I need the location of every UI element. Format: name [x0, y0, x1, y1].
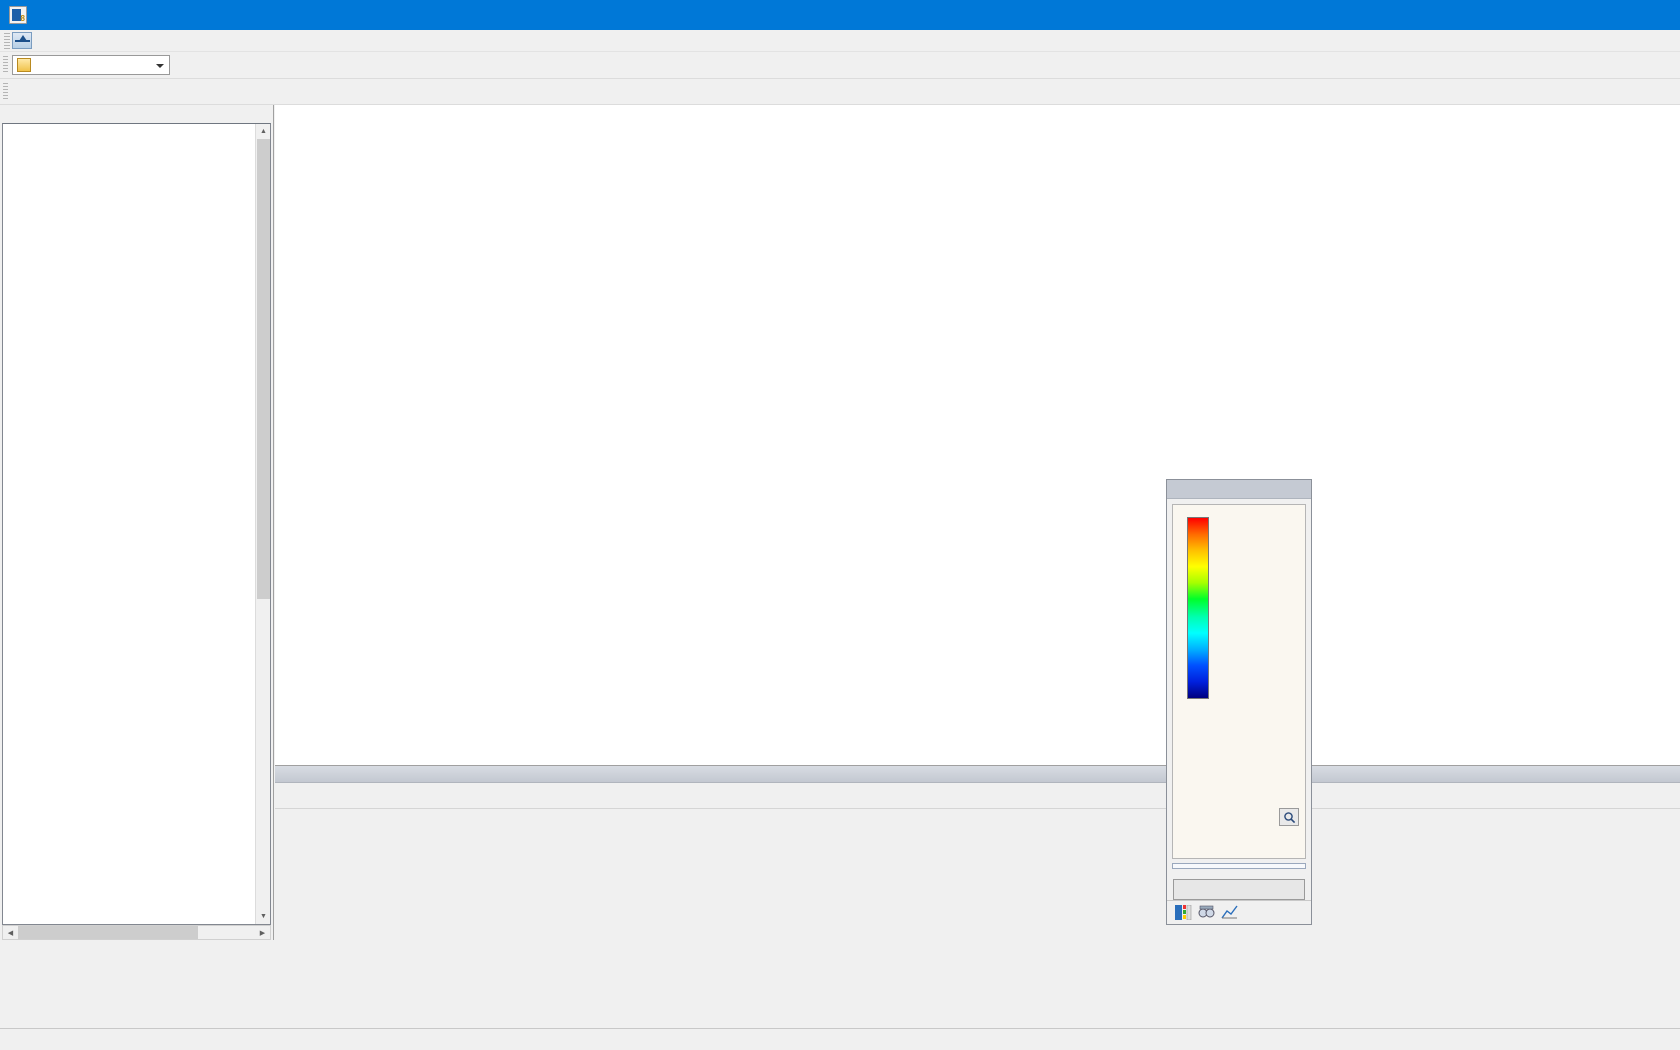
color-scale-bar	[1187, 517, 1209, 699]
rstab-logo-icon	[12, 32, 32, 49]
toolbar-grip-1[interactable]	[3, 56, 8, 74]
maximize-button[interactable]	[1588, 0, 1634, 30]
close-button[interactable]	[1634, 0, 1680, 30]
app-icon	[9, 6, 27, 24]
panel-title-bar	[1167, 480, 1311, 499]
panel-footer	[1167, 900, 1311, 924]
panel-filter-icon[interactable]	[1221, 905, 1238, 921]
title-bar	[0, 0, 1680, 30]
scroll-down-icon[interactable]: ▼	[256, 909, 270, 924]
table-scroll-wrap[interactable]	[275, 810, 1680, 900]
panel-minmax-values	[1172, 863, 1306, 869]
toolbar-grip-2[interactable]	[3, 82, 8, 101]
table-toolbar	[275, 783, 1680, 809]
navigator-tree-panel: ▲ ▼	[2, 123, 271, 925]
load-case-icon	[17, 58, 31, 72]
panel-factors-icon[interactable]	[1198, 905, 1215, 921]
scroll-right-icon[interactable]: ▶	[255, 926, 270, 939]
hscroll-thumb[interactable]	[18, 926, 198, 939]
steel-gb-button[interactable]	[1173, 879, 1305, 900]
status-bar	[0, 1028, 1680, 1050]
scroll-left-icon[interactable]: ◀	[3, 926, 18, 939]
window-controls	[1542, 0, 1680, 30]
minimize-button[interactable]	[1542, 0, 1588, 30]
panel-header	[1167, 499, 1311, 501]
project-navigator: ▲ ▼ ◀ ▶	[0, 105, 274, 940]
scroll-thumb[interactable]	[257, 139, 270, 599]
model-viewport[interactable]	[275, 105, 1680, 765]
panel-colors-icon[interactable]	[1175, 904, 1192, 921]
main-toolbar	[0, 52, 1680, 79]
secondary-toolbar	[0, 79, 1680, 105]
scale-zoom-icon[interactable]	[1279, 808, 1299, 826]
result-panel	[1166, 479, 1312, 925]
structural-model-render[interactable]	[275, 139, 1680, 739]
color-scale-container	[1172, 504, 1306, 859]
navigator-tree	[3, 124, 270, 126]
load-case-combo[interactable]	[12, 55, 170, 75]
scroll-up-icon[interactable]: ▲	[256, 124, 270, 139]
table-tabs	[275, 921, 1680, 943]
table-panel	[275, 765, 1680, 943]
menubar-grip[interactable]	[4, 32, 10, 49]
navigator-tabs	[0, 940, 274, 963]
navigator-hscrollbar[interactable]: ◀ ▶	[2, 925, 271, 940]
menu-bar	[0, 30, 1680, 52]
table-title-bar	[275, 766, 1680, 783]
navigator-header	[0, 105, 273, 123]
navigator-vscrollbar[interactable]: ▲ ▼	[255, 124, 270, 924]
